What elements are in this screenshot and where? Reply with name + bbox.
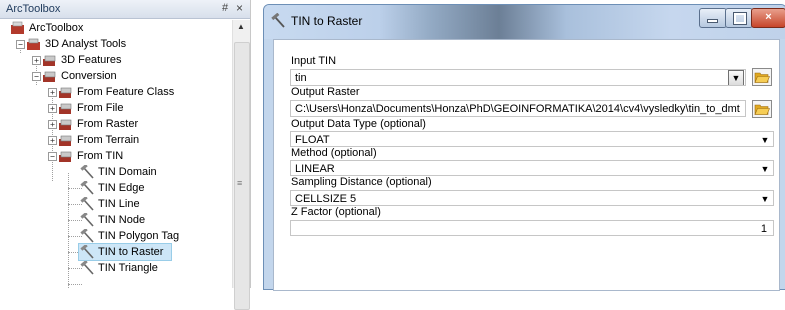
open-folder-icon[interactable]	[752, 100, 772, 118]
hammer-icon	[80, 213, 94, 227]
hammer-icon	[80, 245, 94, 259]
minimize-button[interactable]	[699, 8, 727, 28]
tree-item-from-file[interactable]: + From File	[0, 100, 232, 116]
toolset-icon	[59, 103, 72, 114]
scrollbar-thumb[interactable]	[234, 42, 250, 310]
close-button[interactable]: ×	[751, 8, 785, 28]
hammer-icon	[80, 261, 94, 275]
z-factor-input[interactable]: 1	[290, 220, 774, 236]
tree-item-arctoolbox[interactable]: ArcToolbox	[0, 20, 232, 36]
output-raster-field[interactable]: C:\Users\Honza\Documents\Honza\PhD\GEOIN…	[290, 100, 746, 117]
toolset-icon	[59, 87, 72, 98]
open-folder-icon[interactable]	[752, 68, 772, 86]
tree-item-conversion[interactable]: − Conversion	[0, 68, 232, 84]
toolbox-icon	[27, 38, 40, 50]
method-select[interactable]: LINEAR ▼	[290, 160, 774, 176]
arctoolbox-title: ArcToolbox	[6, 3, 61, 15]
toolset-icon	[43, 71, 56, 82]
tree-item-tin-domain[interactable]: TIN Domain	[0, 164, 232, 180]
pane-splitter[interactable]	[251, 0, 263, 288]
chevron-down-icon[interactable]: ▼	[758, 192, 772, 205]
hammer-icon	[80, 165, 94, 179]
tree-item-from-raster[interactable]: + From Raster	[0, 116, 232, 132]
tree-item-tin-triangle[interactable]: TIN Triangle	[0, 260, 232, 276]
toolset-icon	[59, 151, 72, 162]
chevron-down-icon[interactable]: ▼	[728, 70, 744, 85]
tree-item-tin-line[interactable]: TIN Line	[0, 196, 232, 212]
chevron-down-icon[interactable]: ▼	[758, 162, 772, 175]
scrollbar-grip-icon: ≡	[237, 178, 243, 188]
toolset-icon	[43, 55, 56, 66]
hammer-icon	[80, 197, 94, 211]
collapse-icon[interactable]: −	[32, 72, 41, 81]
scroll-up-icon[interactable]: ▲	[237, 22, 245, 31]
arctoolbox-pane: ArcToolbox # × ArcToolbox − 3D Analyst T…	[0, 0, 251, 310]
arctoolbox-titlebar: ArcToolbox # ×	[0, 0, 250, 19]
expand-icon[interactable]: +	[48, 120, 57, 129]
tree-item-3d-features[interactable]: + 3D Features	[0, 52, 232, 68]
collapse-icon[interactable]: −	[16, 40, 25, 49]
output-raster-label: Output Raster	[291, 86, 360, 98]
tree-item-tin-to-raster[interactable]: TIN to Raster	[78, 243, 172, 261]
chevron-down-icon[interactable]: ▼	[758, 133, 772, 146]
expand-icon[interactable]: +	[48, 104, 57, 113]
maximize-button[interactable]	[725, 8, 753, 28]
toolset-icon	[59, 135, 72, 146]
dialog-content: Input TIN tin ▼ Output Raster C:\Users\H…	[273, 39, 780, 291]
toolset-icon	[59, 119, 72, 130]
input-tin-label: Input TIN	[291, 55, 337, 67]
pin-icon[interactable]: #	[222, 2, 228, 14]
tree-item-tin-polygon-tag[interactable]: TIN Polygon Tag	[0, 228, 232, 244]
sampling-distance-label: Sampling Distance (optional)	[291, 176, 432, 188]
hammer-icon	[80, 229, 94, 243]
method-label: Method (optional)	[291, 147, 377, 159]
tree-item-from-feature-class[interactable]: + From Feature Class	[0, 84, 232, 100]
output-data-type-select[interactable]: FLOAT ▼	[290, 131, 774, 147]
tree-item-tin-node[interactable]: TIN Node	[0, 212, 232, 228]
collapse-icon[interactable]: −	[48, 152, 57, 161]
expand-icon[interactable]: +	[32, 56, 41, 65]
expand-icon[interactable]: +	[48, 136, 57, 145]
toolbox-tree: ArcToolbox − 3D Analyst Tools + 3D Featu…	[0, 20, 232, 288]
hammer-icon	[271, 13, 285, 28]
hammer-icon	[80, 181, 94, 195]
tin-to-raster-dialog: TIN to Raster × Input TIN tin ▼ Output R…	[263, 4, 785, 291]
toolbox-scrollbar[interactable]: ▲ ≡	[232, 20, 250, 310]
tree-item-tin-edge[interactable]: TIN Edge	[0, 180, 232, 196]
dialog-title: TIN to Raster	[291, 14, 363, 28]
dialog-titlebar[interactable]: TIN to Raster ×	[264, 5, 785, 39]
expand-icon[interactable]: +	[48, 88, 57, 97]
output-data-type-label: Output Data Type (optional)	[291, 118, 426, 130]
close-icon[interactable]: ×	[236, 1, 243, 15]
tree-item-from-terrain[interactable]: + From Terrain	[0, 132, 232, 148]
tree-item-from-tin[interactable]: − From TIN	[0, 148, 232, 164]
sampling-distance-select[interactable]: CELLSIZE 5 ▼	[290, 190, 774, 206]
arctoolbox-icon	[11, 21, 24, 34]
z-factor-label: Z Factor (optional)	[291, 206, 381, 218]
tree-item-3d-analyst-tools[interactable]: − 3D Analyst Tools	[0, 36, 232, 52]
input-tin-field[interactable]: tin ▼	[290, 69, 746, 86]
